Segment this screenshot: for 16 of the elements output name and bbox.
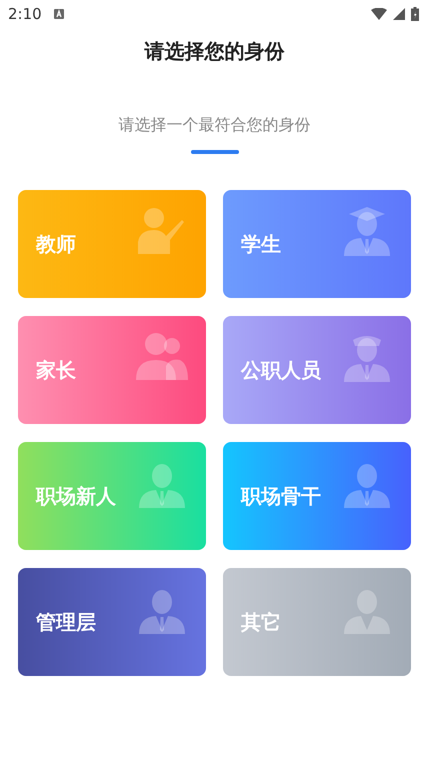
- role-card[interactable]: 管理层: [18, 568, 206, 676]
- prompt-text: 请选择一个最符合您的身份: [118, 115, 312, 136]
- role-card[interactable]: 其它: [223, 568, 411, 676]
- role-card[interactable]: 职场新人: [18, 442, 206, 550]
- page-title: 请选择您的身份: [143, 38, 286, 65]
- status-time: 2:10: [8, 5, 42, 23]
- notification-icon: [54, 9, 64, 19]
- role-card[interactable]: 家长: [18, 316, 206, 424]
- graduate-icon: [341, 206, 393, 258]
- wifi-icon: [371, 8, 387, 20]
- role-card[interactable]: 公职人员: [223, 316, 411, 424]
- signal-icon: [393, 8, 405, 20]
- role-card[interactable]: 学生: [223, 190, 411, 298]
- role-card[interactable]: 职场骨干: [223, 442, 411, 550]
- battery-icon: [411, 7, 419, 21]
- role-card[interactable]: 教师: [18, 190, 206, 298]
